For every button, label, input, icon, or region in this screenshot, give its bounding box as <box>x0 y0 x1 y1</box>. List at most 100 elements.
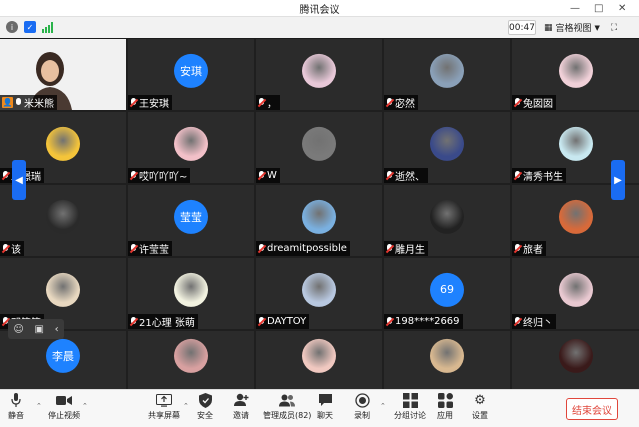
signal-icon[interactable] <box>42 21 54 33</box>
participant-name: 许莹莹 <box>139 245 169 256</box>
muted-microphone-icon <box>386 170 393 181</box>
participant-tile[interactable]: dreamitpossible <box>256 185 382 256</box>
title-bar: 腾讯会议 — □ ✕ <box>0 0 639 17</box>
info-icon[interactable]: i <box>6 21 18 33</box>
participant-tile[interactable]: 终归丶 <box>512 258 639 329</box>
participant-avatar <box>46 272 80 307</box>
gear-icon: ⚙ <box>474 392 486 408</box>
manage-members-button[interactable]: 管理成员(82) <box>263 392 311 421</box>
participant-avatar <box>558 126 593 161</box>
muted-microphone-icon <box>130 316 137 327</box>
participant-avatar <box>174 126 208 161</box>
participant-name-tag: W <box>256 168 280 183</box>
shield-icon[interactable]: ✓ <box>24 21 36 33</box>
participant-name: ， <box>267 99 277 110</box>
view-label: 宫格视图 <box>555 24 592 34</box>
participant-tile[interactable]: 安琪 王安琪 <box>128 39 254 110</box>
participant-name-tag: 旅者 <box>512 241 546 256</box>
participant-name: dreamitpossible <box>267 243 347 254</box>
participant-tile[interactable] <box>384 331 510 389</box>
muted-microphone-icon <box>514 170 521 181</box>
emoji-icon[interactable]: ☺ <box>13 324 23 335</box>
mute-options-chevron-icon[interactable]: ⌃ <box>36 402 42 410</box>
participant-tile[interactable]: 逝然、 <box>384 112 510 183</box>
members-icon <box>279 392 296 408</box>
minimize-icon[interactable]: — <box>570 0 580 17</box>
collapse-icon[interactable]: ‹ <box>55 324 59 335</box>
muted-microphone-icon <box>386 316 393 327</box>
chat-icon <box>317 392 333 408</box>
participant-tile[interactable]: ， <box>256 39 382 110</box>
participant-tile[interactable]: 21心理 张萌 <box>128 258 254 329</box>
settings-button[interactable]: ⚙ 设置 <box>472 392 488 421</box>
participant-tile[interactable]: 兔囡囡 <box>512 39 639 110</box>
muted-microphone-icon <box>386 97 393 108</box>
participant-tile[interactable]: DAYTOY <box>256 258 382 329</box>
maximize-icon[interactable]: □ <box>594 0 603 17</box>
participant-name: 雕月生 <box>395 245 425 256</box>
muted-microphone-icon <box>514 97 521 108</box>
window-title: 腾讯会议 <box>299 4 340 16</box>
record-button[interactable]: 录制 <box>354 392 370 421</box>
microphone-icon <box>15 97 22 108</box>
mute-button[interactable]: 静音 <box>8 392 24 421</box>
participant-name: 21心理 张萌 <box>139 318 195 329</box>
next-page-button[interactable]: ▶ <box>611 160 625 200</box>
bottom-toolbar: 静音 ⌃ 停止视频 ⌃ 共享屏幕 ⌃ 安全 邀请 管理成员(82) 聊天 录制 … <box>0 389 639 427</box>
muted-microphone-icon <box>130 243 137 254</box>
participant-name: 宓然 <box>395 99 415 110</box>
participant-name: W <box>267 170 277 181</box>
close-icon[interactable]: ✕ <box>618 0 626 17</box>
chat-bubble-icon[interactable]: ▣ <box>34 324 43 335</box>
participant-name-tag: dreamitpossible <box>256 241 350 256</box>
end-meeting-button[interactable]: 结束会议 <box>566 398 618 420</box>
muted-microphone-icon <box>258 97 265 108</box>
microphone-icon <box>8 392 24 408</box>
participant-tile[interactable]: 69 198****2669 <box>384 258 510 329</box>
participant-name: 旅者 <box>523 245 543 256</box>
participant-name-tag: 逝然、 <box>384 168 428 183</box>
share-screen-button[interactable]: 共享屏幕 <box>148 392 180 421</box>
muted-microphone-icon <box>258 243 265 254</box>
participant-tile[interactable]: 👤 米米熊 <box>0 39 126 110</box>
participant-avatar <box>302 199 336 234</box>
participant-name-tag: 王安琪 <box>128 95 172 110</box>
participant-name: 哎吖吖吖~ <box>139 172 188 183</box>
participant-tile[interactable]: 哎吖吖吖~ <box>128 112 254 183</box>
record-options-chevron-icon[interactable]: ⌃ <box>380 402 386 410</box>
stop-video-button[interactable]: 停止视频 <box>48 392 80 421</box>
participant-tile[interactable] <box>512 331 639 389</box>
security-button[interactable]: 安全 <box>197 392 213 421</box>
participant-tile[interactable]: 李晨 <box>0 331 126 389</box>
participant-name: 清秀书生 <box>523 172 563 183</box>
participant-tile[interactable]: W <box>256 112 382 183</box>
prev-page-button[interactable]: ◀ <box>12 160 26 200</box>
participant-avatar <box>558 272 593 307</box>
fullscreen-icon[interactable]: ⛶ <box>611 23 617 33</box>
chat-button[interactable]: 聊天 <box>317 392 333 421</box>
muted-microphone-icon <box>386 243 393 254</box>
participant-name: 198****2669 <box>395 316 460 327</box>
participant-tile[interactable] <box>256 331 382 389</box>
participant-name: DAYTOY <box>267 316 307 327</box>
apps-button[interactable]: 应用 <box>437 392 453 421</box>
participant-avatar <box>430 199 464 234</box>
host-badge-icon: 👤 <box>2 97 13 108</box>
participant-name-tag: 终归丶 <box>512 314 556 329</box>
participant-tile[interactable]: 宓然 <box>384 39 510 110</box>
participant-avatar <box>558 338 593 373</box>
info-bar: i ✓ 00:47 ▦ 宫格视图 ▼ ⛶ <box>0 17 639 38</box>
participant-avatar: 李晨 <box>46 338 80 373</box>
video-options-chevron-icon[interactable]: ⌃ <box>82 402 88 410</box>
participant-tile[interactable]: 雕月生 <box>384 185 510 256</box>
breakout-rooms-button[interactable]: 分组讨论 <box>394 392 426 421</box>
participant-tile[interactable] <box>128 331 254 389</box>
participant-name-tag: 198****2669 <box>384 314 463 329</box>
grid-view-icon: ▦ <box>544 22 553 33</box>
participant-avatar <box>302 272 336 307</box>
view-switch-button[interactable]: ▦ 宫格视图 ▼ ⛶ <box>544 20 636 35</box>
muted-microphone-icon <box>130 170 137 181</box>
share-options-chevron-icon[interactable]: ⌃ <box>183 402 189 410</box>
participant-tile[interactable]: 莹莹 许莹莹 <box>128 185 254 256</box>
invite-button[interactable]: 邀请 <box>233 392 249 421</box>
